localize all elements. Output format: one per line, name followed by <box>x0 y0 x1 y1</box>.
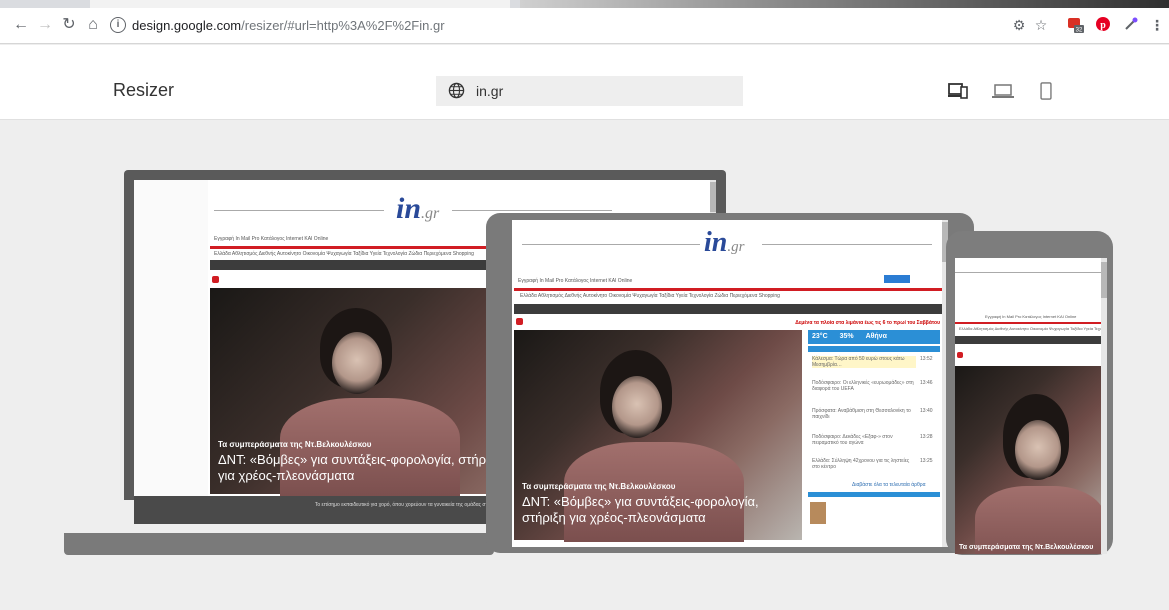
tablet-news-item-5[interactable]: Ελλάδα: Σύλληψη 42χρονου για τις ληστείε… <box>812 458 916 470</box>
address-bar[interactable]: i design.google.com/resizer/#url=http%3A… <box>110 14 990 38</box>
tablet-hero-headline[interactable]: ΔΝΤ: «Βόμβες» για συντάξεις-φορολογία, σ… <box>522 494 798 526</box>
tablet-news-thumbnail[interactable] <box>810 502 826 524</box>
tablet-hero-photo[interactable]: Τα συμπεράσματα της Ντ.Βελκουλέσκου ΔΝΤ:… <box>514 330 802 542</box>
phone-search-strip <box>955 336 1101 344</box>
browser-toolbar: ← → ↻ ⌂ i design.google.com/resizer/#url… <box>0 0 1169 44</box>
globe-icon <box>448 82 465 99</box>
url-path: /resizer/#url=http%3A%2F%2Fin.gr <box>241 18 445 33</box>
home-icon[interactable]: ⌂ <box>84 16 102 34</box>
url-host: design.google.com <box>132 18 242 33</box>
phone-logo-rule <box>955 272 1101 273</box>
tablet-news-item-4[interactable]: Ποδόσφαιρο: Δεκάδες «Εξαφ-» στον πειραμα… <box>812 434 916 446</box>
tablet-logo-rule-right <box>762 244 932 245</box>
phone-icon[interactable] <box>1039 82 1053 100</box>
logo-rule-left <box>214 210 384 211</box>
nav-links[interactable]: Ελλάδα Αθλητισμός Διεθνής Αυτοκίνητο Οικ… <box>214 251 474 257</box>
tab-strip[interactable] <box>0 0 1169 8</box>
tablet-search-strip <box>514 304 942 314</box>
phone-preview[interactable]: Εγγραφή In Mail Pro Κατάλογος Internet Κ… <box>955 258 1107 554</box>
hero-headline[interactable]: ΔΝΤ: «Βόμβες» για συντάξεις-φορολογία, σ… <box>218 452 508 484</box>
laptop-icon[interactable] <box>992 82 1014 100</box>
tablet-ticker[interactable]: Δεμένα τα πλοία στα λιμάνια έως τις 6 το… <box>712 320 940 326</box>
tablet-nav-links[interactable]: Ελλάδα Αθλητισμός Διεθνής Αυτοκίνητο Οικ… <box>520 293 780 299</box>
eyedropper-icon[interactable] <box>1122 16 1140 34</box>
url-input[interactable]: in.gr <box>436 76 743 106</box>
resizer-header: Resizer in.gr <box>0 45 1169 120</box>
tablet-more-news-link[interactable]: Διαβάστε όλα τα τελευταία άρθρα <box>852 482 925 488</box>
phone-hero-kicker: Τα συμπεράσματα της Ντ.Βελκουλέσκου <box>959 544 1094 551</box>
tablet-alert-icon <box>516 318 523 325</box>
extension-icon-red[interactable]: 32 <box>1066 16 1084 34</box>
tablet-logo-rule-left <box>522 244 700 245</box>
site-logo: in.gr <box>396 192 439 226</box>
weather-city: Αθήνα <box>865 333 887 340</box>
bookmark-star-icon[interactable]: ☆ <box>1032 16 1050 34</box>
phone-hero-photo[interactable]: Τα συμπεράσματα της Ντ.Βελκουλέσκου <box>955 366 1105 554</box>
logo-rule-right <box>452 210 612 211</box>
tablet-news-item-1[interactable]: Κάλεσμα: Τώρα από 50 ευρώ στους κάτω Μεσ… <box>812 356 916 368</box>
info-icon[interactable]: i <box>110 17 126 33</box>
phone-scrollbar[interactable] <box>1101 258 1107 554</box>
all-devices-icon[interactable] <box>948 82 968 100</box>
phone-photo-face <box>1015 420 1061 480</box>
phone-top-links[interactable]: Εγγραφή In Mail Pro Κατάλογος Internet Κ… <box>985 314 1076 319</box>
logo-suffix: .gr <box>421 205 440 222</box>
url-input-value: in.gr <box>476 83 504 99</box>
tablet-photo-face <box>612 376 662 438</box>
address-url[interactable]: design.google.com/resizer/#url=http%3A%2… <box>132 18 445 33</box>
laptop-left-margin <box>134 180 208 524</box>
svg-text:p: p <box>1100 20 1106 31</box>
tablet-news-time-4: 13:28 <box>920 434 933 440</box>
laptop-scroll-thumb[interactable] <box>710 182 716 212</box>
tablet-news-time-5: 13:25 <box>920 458 933 464</box>
tablet-section-bar <box>808 492 940 497</box>
tablet-search-button[interactable] <box>884 275 910 283</box>
extension-badge: 32 <box>1076 28 1083 34</box>
active-tab[interactable] <box>90 0 510 8</box>
app-title: Resizer <box>113 80 175 100</box>
tablet-preview[interactable]: in.gr Εγγραφή In Mail Pro Κατάλογος Inte… <box>512 220 948 547</box>
tablet-logo-suffix: .gr <box>727 239 745 255</box>
tablet-news-item-2[interactable]: Ποδόσφαιρο: Οι ελληνικές «ευρωομάδες» στ… <box>812 380 916 392</box>
tablet-news-time-1: 13:52 <box>920 356 933 362</box>
forward-icon[interactable]: → <box>36 16 54 34</box>
laptop-base <box>64 533 494 555</box>
tablet-news-time-3: 13:40 <box>920 408 933 414</box>
phone-alert-icon <box>957 352 963 358</box>
weather-temp: 23°C <box>812 333 828 340</box>
weather-humidity: 35% <box>839 333 854 340</box>
photo-face <box>332 332 382 394</box>
tablet-news-time-2: 13:46 <box>920 380 933 386</box>
top-links[interactable]: Εγγραφή In Mail Pro Κατάλογος Internet Κ… <box>214 236 328 242</box>
back-icon[interactable]: ← <box>12 16 30 34</box>
logo-main: in <box>396 192 422 225</box>
alert-icon <box>212 276 219 283</box>
tablet-hero-kicker: Τα συμπεράσματα της Ντ.Βελκουλέσκου <box>522 482 676 491</box>
tablet-nav-red-rule <box>514 288 942 291</box>
phone-nav-red-rule <box>955 322 1101 324</box>
translate-icon[interactable]: ⚙ <box>1010 16 1028 34</box>
tablet-logo-main: in <box>704 227 728 258</box>
tablet-site-logo: in.gr <box>704 227 744 259</box>
phone-nav-links[interactable]: Ελλάδα Αθλητισμός Διεθνής Αυτοκίνητο Οικ… <box>959 326 1107 331</box>
tablet-news-header <box>808 346 940 352</box>
phone-scroll-thumb[interactable] <box>1101 262 1107 298</box>
menu-dots-icon[interactable]: ⋮ <box>1148 16 1166 34</box>
tablet-photo-body <box>564 442 744 542</box>
inactive-tabs[interactable] <box>520 0 1169 8</box>
tablet-weather-widget[interactable]: 23°C 35% Αθήνα <box>808 330 940 344</box>
tablet-news-list: Κάλεσμα: Τώρα από 50 ευρώ στους κάτω Μεσ… <box>808 346 940 478</box>
reload-icon[interactable]: ↻ <box>60 16 78 34</box>
tablet-news-item-3[interactable]: Πρόσφατα: Αναβάθμιση στη Θεσσαλονίκη το … <box>812 408 916 420</box>
pinterest-icon[interactable]: p <box>1094 16 1112 34</box>
tablet-top-links[interactable]: Εγγραφή In Mail Pro Κατάλογος Internet Κ… <box>518 278 632 284</box>
hero-kicker: Τα συμπεράσματα της Ντ.Βελκουλέσκου <box>218 440 372 449</box>
